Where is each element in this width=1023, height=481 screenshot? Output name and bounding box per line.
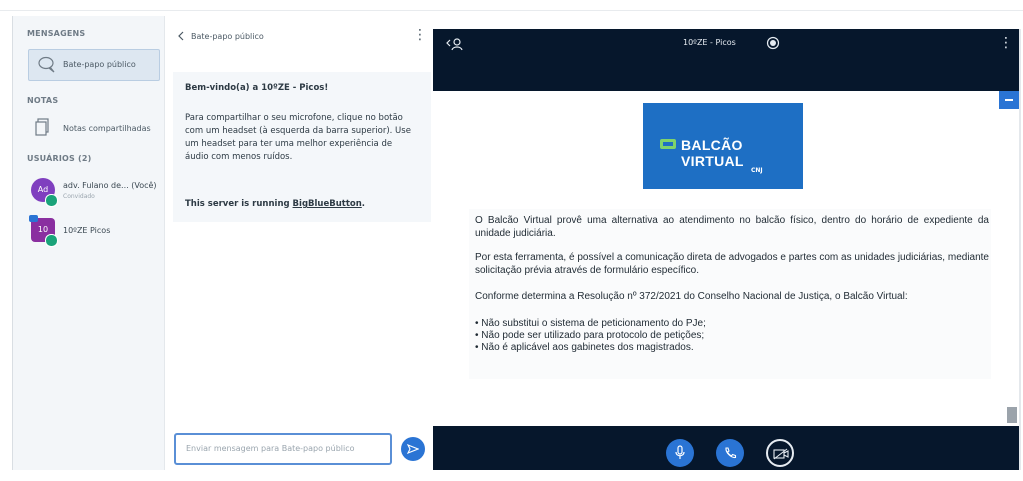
chat-options-icon[interactable]: ⋮ — [413, 28, 427, 42]
right-divider — [1019, 29, 1021, 470]
sidebar-item-public-chat[interactable]: Bate-papo público — [28, 49, 160, 81]
sidebar-item-label: Bate-papo público — [63, 60, 136, 69]
leave-audio-button[interactable] — [716, 439, 744, 467]
user-list-sidebar: MENSAGENS Bate-papo público NOTAS Notas … — [12, 16, 165, 470]
chat-message-input[interactable]: Enviar mensagem para Bate-papo público — [174, 433, 392, 465]
user-name: adv. Fulano de... (Você) — [63, 181, 157, 190]
notes-icon — [35, 118, 49, 136]
meeting-title: 10ºZE - Picos — [683, 38, 736, 47]
balcao-virtual-banner: BALCÃO VIRTUAL CNJ — [643, 103, 803, 189]
cnj-logo: CNJ — [751, 167, 763, 174]
chevron-left-icon[interactable] — [177, 31, 185, 41]
ticket-icon — [660, 139, 676, 149]
presenter-icon — [29, 215, 38, 222]
presentation-slide: BALCÃO VIRTUAL CNJ O Balcão Virtual prov… — [433, 91, 1019, 426]
presentation-area: 10ºZE - Picos ⋮ BALCÃO VIRTUAL CNJ O Bal… — [433, 29, 1019, 470]
options-menu-icon[interactable]: ⋮ — [999, 36, 1013, 50]
phone-icon — [725, 447, 737, 459]
slide-paragraph: O Balcão Virtual provê uma alternativa a… — [475, 215, 989, 239]
bigbluebutton-link[interactable]: BigBlueButton — [293, 199, 362, 209]
server-info: This server is running BigBlueButton. — [185, 199, 366, 209]
messages-section-title: MENSAGENS — [27, 29, 86, 38]
slide-bullet: • Não substitui o sistema de peticioname… — [475, 318, 706, 329]
media-controls-bar — [433, 426, 1019, 470]
user-role: Convidado — [63, 193, 95, 200]
send-icon — [407, 444, 419, 454]
banner-title: BALCÃO VIRTUAL — [681, 137, 744, 169]
users-section-title: USUÁRIOS (2) — [27, 154, 92, 163]
chat-input-placeholder: Enviar mensagem para Bate-papo público — [186, 444, 355, 453]
slide-text-content: O Balcão Virtual provê uma alternativa a… — [469, 209, 991, 379]
chat-title[interactable]: Bate-papo público — [191, 32, 264, 41]
chat-panel: Bate-papo público ⋮ Bem-vindo(a) a 10ºZE… — [164, 16, 433, 470]
send-message-button[interactable] — [401, 437, 425, 461]
slide-paragraph: Conforme determina a Resolução nº 372/20… — [475, 291, 908, 302]
online-status-dot — [45, 194, 58, 207]
recording-icon[interactable] — [766, 36, 780, 50]
share-webcam-button[interactable] — [766, 439, 794, 467]
online-status-dot — [45, 234, 58, 247]
presentation-top-bar: 10ºZE - Picos ⋮ — [433, 29, 1019, 59]
slide-bullet: • Não é aplicável aos gabinetes dos magi… — [475, 342, 694, 353]
presentation-actions-button[interactable] — [999, 91, 1019, 109]
mute-button[interactable] — [666, 439, 694, 467]
user-list-toggle-icon[interactable] — [445, 37, 463, 51]
welcome-message: Bem-vindo(a) a 10ºZE - Picos! Para compa… — [173, 72, 431, 222]
top-divider — [0, 10, 1023, 11]
notes-section-title: NOTAS — [27, 96, 59, 105]
user-name: 10ºZE Picos — [63, 226, 111, 235]
slide-paragraph: Por esta ferramenta, é possível a comuni… — [475, 252, 989, 276]
slide-bullet: • Não pode ser utilizado para protocolo … — [475, 330, 705, 341]
chat-bubble-icon — [38, 56, 55, 73]
minimize-icon — [1005, 99, 1013, 101]
sidebar-item-label: Notas compartilhadas — [63, 124, 151, 133]
welcome-text: Para compartilhar o seu microfone, cliqu… — [185, 113, 411, 162]
microphone-icon — [675, 445, 685, 459]
webcam-off-icon — [773, 448, 789, 460]
welcome-title: Bem-vindo(a) a 10ºZE - Picos! — [185, 83, 329, 93]
slide-scroll-handle[interactable] — [1007, 407, 1017, 423]
